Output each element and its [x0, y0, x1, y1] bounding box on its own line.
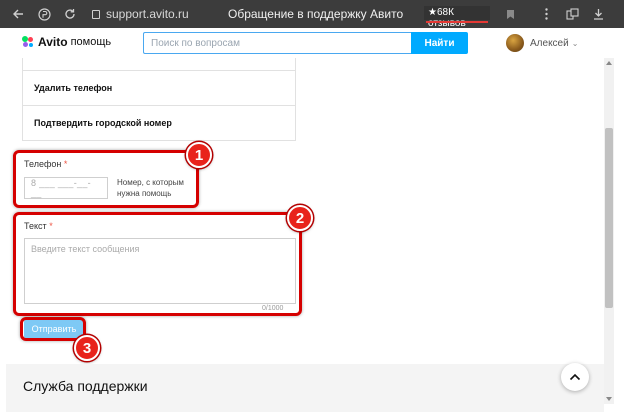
scroll-thumb[interactable] — [605, 128, 613, 308]
main-content: Удалить телефон Подтвердить городской но… — [0, 58, 604, 412]
lock-icon — [92, 10, 100, 19]
step-marker-2: 2 — [287, 205, 313, 231]
site-header: Avito помощь Найти Алексей ⌄ — [0, 28, 610, 58]
address-bar[interactable]: support.avito.ru — [92, 7, 189, 21]
reload-icon[interactable] — [60, 4, 80, 24]
reviews-underline — [426, 21, 488, 23]
search-input[interactable] — [143, 32, 411, 54]
chevron-up-icon — [569, 373, 581, 381]
avito-dots-icon — [22, 36, 34, 48]
avatar — [506, 34, 524, 52]
reviews-text: ★68К отзывов — [428, 7, 466, 29]
browser-toolbar: support.avito.ru Обращение в поддержку А… — [0, 0, 624, 29]
more-icon[interactable] — [536, 4, 556, 24]
logo-sub: помощь — [70, 36, 112, 48]
scroll-to-top-button[interactable] — [561, 363, 589, 391]
support-title: Служба поддержки — [23, 378, 148, 394]
download-icon[interactable] — [588, 4, 608, 24]
highlight-submit — [20, 317, 86, 341]
screen: support.avito.ru Обращение в поддержку А… — [0, 0, 624, 412]
yandex-icon[interactable] — [34, 4, 54, 24]
extensions-icon[interactable] — [562, 4, 582, 24]
reviews-badge[interactable]: ★68К отзывов — [424, 6, 490, 29]
page-title: Обращение в поддержку Авито — [228, 7, 404, 21]
page-scrollbar[interactable] — [604, 58, 614, 404]
step-marker-3: 3 — [74, 335, 100, 361]
highlight-phone — [13, 150, 199, 208]
step-marker-1: 1 — [186, 142, 212, 168]
options-list: Удалить телефон Подтвердить городской но… — [22, 58, 296, 141]
scroll-down-arrow-icon[interactable] — [606, 397, 612, 401]
option-confirm-landline[interactable]: Подтвердить городской номер — [23, 105, 295, 140]
back-arrow-icon[interactable] — [8, 4, 28, 24]
bookmark-icon[interactable] — [500, 4, 520, 24]
option-delete-phone[interactable]: Удалить телефон — [23, 70, 295, 105]
url-text: support.avito.ru — [106, 7, 189, 21]
user-menu[interactable]: Алексей ⌄ — [506, 33, 578, 53]
user-name: Алексей — [530, 37, 569, 49]
scroll-up-arrow-icon[interactable] — [606, 61, 612, 65]
search-button[interactable]: Найти — [411, 32, 468, 54]
chevron-down-icon: ⌄ — [571, 38, 579, 48]
logo-text: Avito — [38, 35, 68, 49]
search-bar: Найти — [143, 32, 468, 54]
avito-logo[interactable]: Avito помощь — [22, 35, 111, 49]
highlight-text — [13, 212, 302, 316]
support-section: Служба поддержки — [6, 364, 604, 412]
